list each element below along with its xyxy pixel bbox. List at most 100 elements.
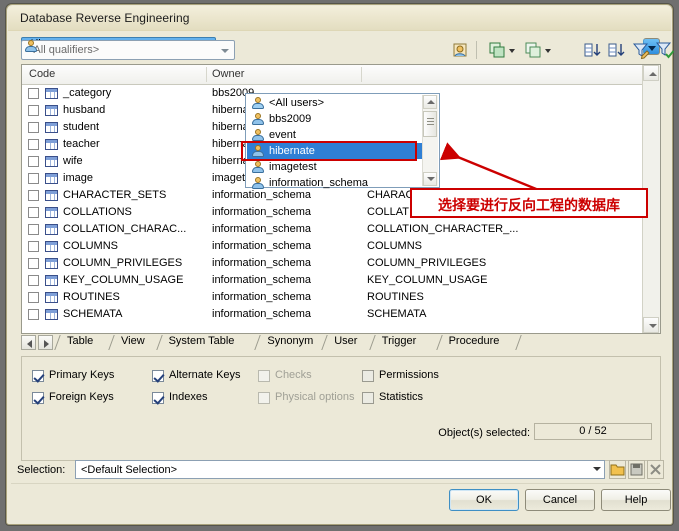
table-row[interactable]: SCHEMATA information_schema SCHEMATA	[22, 306, 660, 323]
user-icon	[251, 128, 265, 142]
selection-combo[interactable]: <Default Selection>	[75, 460, 605, 479]
cell-owner: information_schema	[212, 240, 312, 252]
option-label: Checks	[275, 369, 312, 381]
help-button[interactable]: Help	[601, 489, 671, 511]
table-icon	[45, 292, 58, 303]
option-label: Primary Keys	[49, 369, 115, 381]
option-label: Statistics	[379, 391, 424, 403]
row-checkbox[interactable]	[28, 105, 39, 116]
table-icon	[45, 309, 58, 320]
row-checkbox[interactable]	[28, 122, 39, 133]
cell-code: student	[63, 121, 100, 133]
tab-trigger[interactable]: Trigger	[382, 335, 416, 347]
tab-table[interactable]: Table	[67, 335, 93, 347]
user-properties-icon[interactable]	[451, 41, 471, 60]
cell-code: KEY_COLUMN_USAGE	[63, 274, 184, 286]
table-row[interactable]: KEY_COLUMN_USAGE information_schema KEY_CO…	[22, 272, 660, 289]
user-icon	[251, 176, 265, 190]
scroll-up-button[interactable]	[643, 65, 659, 81]
ok-button[interactable]: OK	[449, 489, 519, 511]
selection-row: Selection: <Default Selection>	[17, 460, 664, 482]
cell-code: husband	[63, 104, 106, 116]
tab-separator	[257, 335, 266, 350]
table-row[interactable]: ROUTINES information_schema ROUTINES	[22, 289, 660, 306]
objects-selected-label: Object(s) selected:	[438, 427, 530, 439]
row-checkbox[interactable]	[28, 207, 39, 218]
cell-code: COLLATION_CHARAC...	[63, 223, 187, 235]
chevron-down-icon[interactable]	[509, 49, 516, 54]
tab-user[interactable]: User	[334, 335, 357, 347]
objects-selected-value: 0 / 52	[534, 423, 652, 440]
row-checkbox[interactable]	[28, 156, 39, 167]
table-icon	[45, 258, 58, 269]
cell-owner: information_schema	[212, 257, 312, 269]
column-divider[interactable]	[206, 67, 207, 82]
row-checkbox[interactable]	[28, 292, 39, 303]
users-dropdown-list[interactable]: information_schema imagetest hibernate even…	[245, 93, 440, 190]
tab-view[interactable]: View	[121, 335, 145, 347]
tab-system-table[interactable]: System Table	[169, 335, 235, 347]
chevron-down-icon[interactable]	[593, 467, 601, 471]
row-checkbox[interactable]	[28, 173, 39, 184]
scroll-thumb[interactable]	[423, 111, 437, 137]
table-row[interactable]: COLUMN_PRIVILEGES information_schema COLUM…	[22, 255, 660, 272]
user-icon	[24, 39, 38, 53]
dropdown-item[interactable]: hibernate	[247, 143, 438, 159]
cell-code-overflow: KEY_COLUMN_USAGE	[367, 274, 488, 286]
dropdown-item[interactable]: bbs2009	[247, 111, 438, 127]
checkbox[interactable]	[362, 370, 374, 382]
checkbox[interactable]	[152, 370, 165, 383]
row-checkbox[interactable]	[28, 258, 39, 269]
dropdown-item-label: <All users>	[269, 97, 325, 109]
qualifier-combo[interactable]: <All qualifiers>	[21, 40, 235, 60]
scroll-down-button[interactable]	[643, 317, 659, 333]
scroll-up-button[interactable]	[423, 95, 437, 109]
row-checkbox[interactable]	[28, 275, 39, 286]
column-header-code[interactable]: Code	[29, 68, 55, 80]
annotation-box: 选择要进行反向工程的数据库	[410, 188, 648, 218]
select-all-icon[interactable]	[487, 41, 507, 60]
column-divider[interactable]	[361, 67, 362, 82]
tab-synonym[interactable]: Synonym	[267, 335, 313, 347]
table-icon	[45, 207, 58, 218]
cell-code: COLUMNS	[63, 240, 119, 252]
checkbox	[258, 370, 270, 382]
option-label: Foreign Keys	[49, 391, 114, 403]
row-checkbox[interactable]	[28, 190, 39, 201]
checkbox[interactable]	[152, 392, 165, 405]
title-bar: Database Reverse Engineering	[8, 6, 671, 31]
row-checkbox[interactable]	[28, 224, 39, 235]
sort-descending-icon[interactable]	[607, 41, 627, 60]
table-row[interactable]: COLUMNS information_schema COLUMNS	[22, 238, 660, 255]
save-selection-icon[interactable]	[628, 460, 645, 479]
checkbox[interactable]	[32, 392, 45, 405]
tab-procedure[interactable]: Procedure	[449, 335, 500, 347]
dropdown-item[interactable]: <All users>	[247, 95, 438, 111]
checkbox[interactable]	[362, 392, 374, 404]
cell-code: image	[63, 172, 93, 184]
edit-filter-icon[interactable]	[631, 41, 651, 60]
row-checkbox[interactable]	[28, 241, 39, 252]
tab-scroll-left-button[interactable]	[21, 335, 36, 350]
user-icon	[251, 112, 265, 126]
column-header-owner[interactable]: Owner	[212, 68, 244, 80]
dropdown-item[interactable]: event	[247, 127, 438, 143]
row-checkbox[interactable]	[28, 309, 39, 320]
chevron-down-icon[interactable]	[545, 49, 552, 54]
cell-owner: information_schema	[212, 206, 312, 218]
apply-filter-icon[interactable]	[655, 41, 675, 60]
sort-ascending-icon[interactable]	[583, 41, 603, 60]
dropdown-item[interactable]: imagetest	[247, 159, 438, 175]
delete-selection-icon[interactable]	[647, 460, 664, 479]
option-label: Alternate Keys	[169, 369, 241, 381]
button-row: OK Cancel Help	[7, 489, 671, 515]
table-row[interactable]: COLLATION_CHARAC... information_schema COL…	[22, 221, 660, 238]
open-folder-icon[interactable]	[609, 460, 626, 479]
checkbox[interactable]	[32, 370, 45, 383]
cell-owner: information_schema	[212, 308, 312, 320]
cancel-button[interactable]: Cancel	[525, 489, 595, 511]
row-checkbox[interactable]	[28, 139, 39, 150]
row-checkbox[interactable]	[28, 88, 39, 99]
deselect-all-icon[interactable]	[523, 41, 543, 60]
tab-scroll-right-button[interactable]	[38, 335, 53, 350]
